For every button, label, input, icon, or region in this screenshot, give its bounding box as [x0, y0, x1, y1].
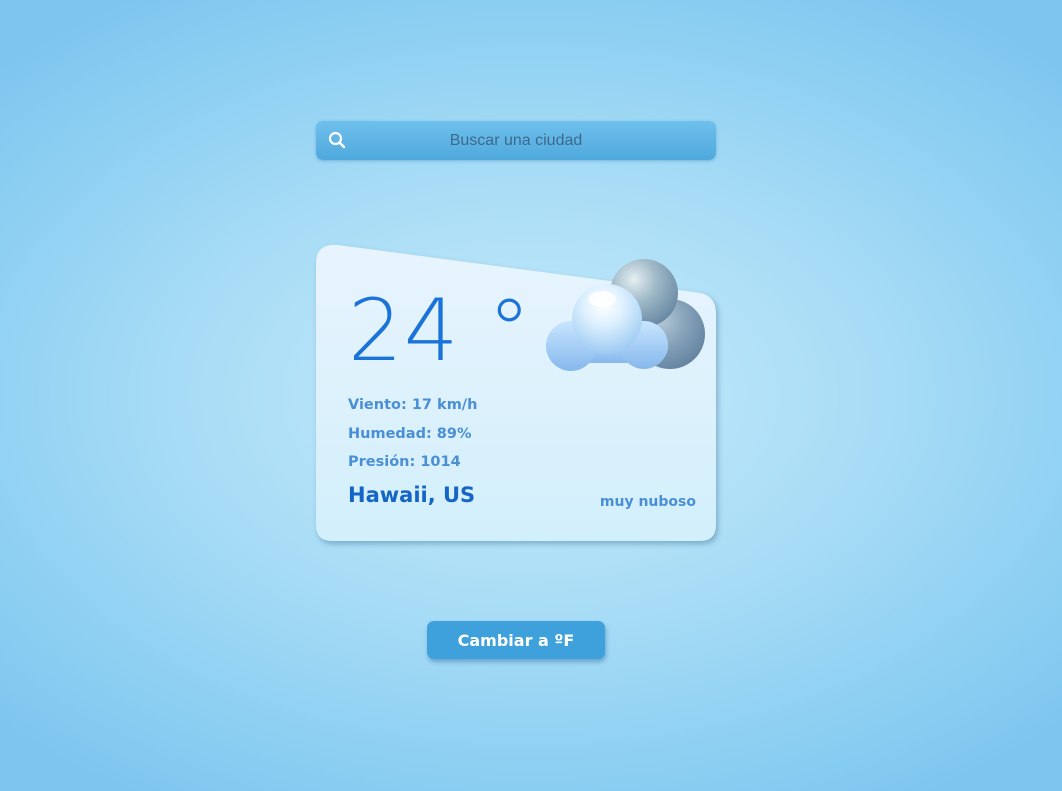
toggle-unit-button[interactable]: Cambiar a ºF — [427, 621, 605, 659]
wind-speed: Viento: 17 km/h — [348, 397, 478, 413]
weather-condition: muy nuboso — [599, 494, 696, 510]
search-icon[interactable] — [328, 131, 346, 149]
weather-card: 24 ° Viento: 17 km/h Humedad: 89% Presió… — [316, 243, 716, 541]
pressure: Presión: 1014 — [348, 454, 461, 470]
cloudy-icon — [540, 253, 716, 383]
humidity: Humedad: 89% — [348, 426, 472, 442]
search-input[interactable] — [356, 121, 676, 160]
location-name: Hawaii, US — [348, 483, 476, 507]
search-bar[interactable] — [316, 121, 716, 160]
temperature-value: 24 ° — [348, 281, 532, 381]
